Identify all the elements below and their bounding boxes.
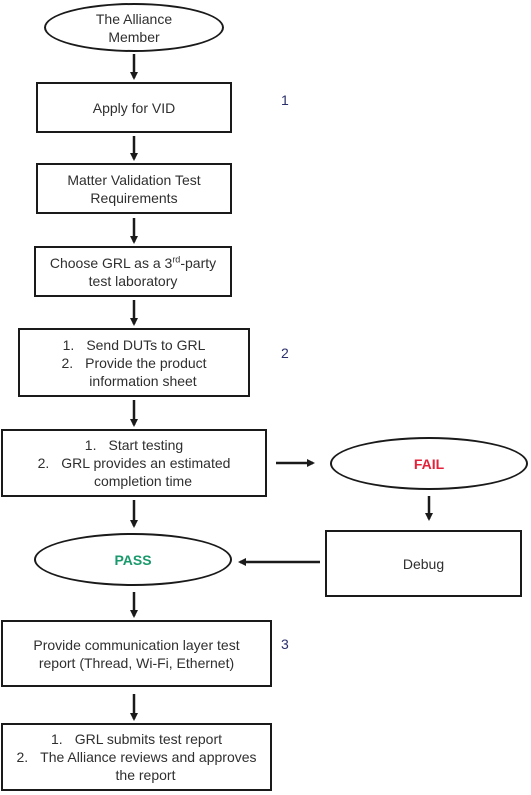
list-text: The Alliance reviews and approves	[40, 749, 257, 765]
start-testing-list: 1. Start testing 2. GRL provides an estima…	[38, 436, 231, 490]
node-choose-grl-line1: Choose GRL as a 3rd-party	[50, 254, 216, 272]
node-alliance-member-line2: Member	[108, 28, 160, 45]
list-text-continued: information sheet	[89, 372, 197, 389]
node-choose-grl-line2: test laboratory	[88, 272, 178, 289]
choose-grl-text-pre: Choose GRL as a 3	[49, 254, 173, 271]
node-debug-label: Debug	[402, 555, 445, 572]
start-testing-item-1: 1. Start testing	[38, 436, 231, 454]
submit-report-item-2: 2. The Alliance reviews and approves the r…	[16, 748, 256, 784]
list-text-continued: completion time	[93, 473, 193, 489]
list-number: 2.	[16, 749, 29, 765]
list-number: 1.	[62, 336, 75, 353]
step-number-1: 1	[281, 92, 289, 108]
send-duts-list: 1. Send DUTs to GRL 2. Provide the product…	[61, 336, 206, 390]
node-fail: FAIL	[330, 437, 528, 490]
list-text: Start testing	[108, 437, 184, 453]
list-number: 1.	[51, 731, 63, 747]
node-alliance-member-line1: The Alliance	[95, 10, 173, 27]
node-apply-vid-label: Apply for VID	[92, 99, 176, 116]
node-pass: PASS	[34, 533, 232, 586]
submit-report-item-1: 1. GRL submits test report	[16, 730, 256, 748]
list-number: 2.	[37, 455, 50, 471]
node-debug: Debug	[325, 530, 522, 597]
list-text: GRL submits test report	[74, 731, 222, 747]
node-comm-report: Provide communication layer test report …	[1, 620, 272, 687]
list-text: Provide the product	[85, 354, 207, 371]
list-text: GRL provides an estimated	[61, 455, 231, 471]
node-matter-requirements: Matter Validation Test Requirements	[36, 163, 232, 214]
node-start-testing: 1. Start testing 2. GRL provides an estima…	[1, 429, 267, 497]
fail-label: FAIL	[413, 455, 445, 472]
send-duts-item-1: 1. Send DUTs to GRL	[61, 336, 206, 354]
list-text-continued: the report	[115, 767, 176, 783]
node-comm-report-line1: Provide communication layer test	[33, 636, 240, 653]
node-matter-requirements-line1: Matter Validation Test	[67, 171, 201, 188]
list-number: 2.	[61, 354, 74, 371]
node-alliance-member: The Alliance Member	[44, 3, 224, 52]
node-send-duts: 1. Send DUTs to GRL 2. Provide the product…	[18, 328, 250, 397]
step-number-3: 3	[281, 636, 289, 652]
list-number: 1.	[84, 437, 97, 453]
pass-label: PASS	[114, 551, 152, 568]
list-text: Send DUTs to GRL	[86, 336, 206, 353]
choose-grl-text-post: -party	[180, 254, 217, 271]
start-testing-item-2: 2. GRL provides an estimated completion ti…	[38, 454, 231, 490]
node-apply-vid: Apply for VID	[36, 82, 232, 133]
node-comm-report-line2: report (Thread, Wi-Fi, Ethernet)	[38, 654, 235, 671]
node-matter-requirements-line2: Requirements	[90, 189, 178, 206]
step-number-2: 2	[281, 345, 289, 361]
node-submit-report: 1. GRL submits test report 2. The Alliance…	[1, 723, 272, 791]
node-choose-grl: Choose GRL as a 3rd-party test laborator…	[34, 246, 232, 297]
send-duts-item-2: 2. Provide the product information sheet	[61, 354, 206, 390]
submit-report-list: 1. GRL submits test report 2. The Alliance…	[16, 730, 256, 784]
